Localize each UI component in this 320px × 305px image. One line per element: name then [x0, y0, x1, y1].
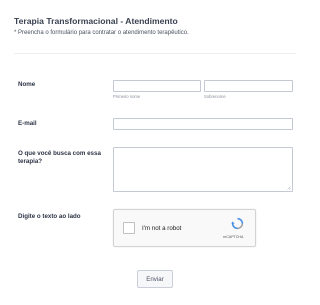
submit-button[interactable]: Enviar — [137, 270, 173, 288]
header-divider — [14, 53, 296, 54]
captcha-checkbox-label: I'm not a robot — [142, 225, 182, 232]
name-label: Nome — [18, 81, 36, 88]
recaptcha-widget: I'm not a robot reCAPTCHA — [113, 209, 256, 247]
form-subtitle: * Preencha o formulário para contratar o… — [14, 30, 189, 36]
form-title: Terapia Transformacional - Atendimento — [14, 16, 178, 26]
email-field[interactable] — [113, 118, 293, 130]
captcha-label: Digite o texto ao lado — [18, 213, 81, 220]
captcha-checkbox[interactable] — [123, 222, 135, 234]
reason-textarea[interactable] — [113, 147, 293, 192]
email-label: E-mail — [18, 120, 37, 127]
recaptcha-brand: reCAPTCHA — [223, 235, 244, 239]
resize-handle-icon[interactable] — [287, 186, 291, 190]
last-name-input[interactable] — [204, 80, 293, 92]
recaptcha-logo-icon — [231, 217, 244, 230]
first-name-sublabel: Primeiro nome — [113, 94, 141, 99]
first-name-input[interactable] — [113, 80, 201, 92]
reason-label: O que você busca com essa terapia? — [18, 150, 101, 165]
last-name-sublabel: Sobrenome — [204, 94, 226, 99]
